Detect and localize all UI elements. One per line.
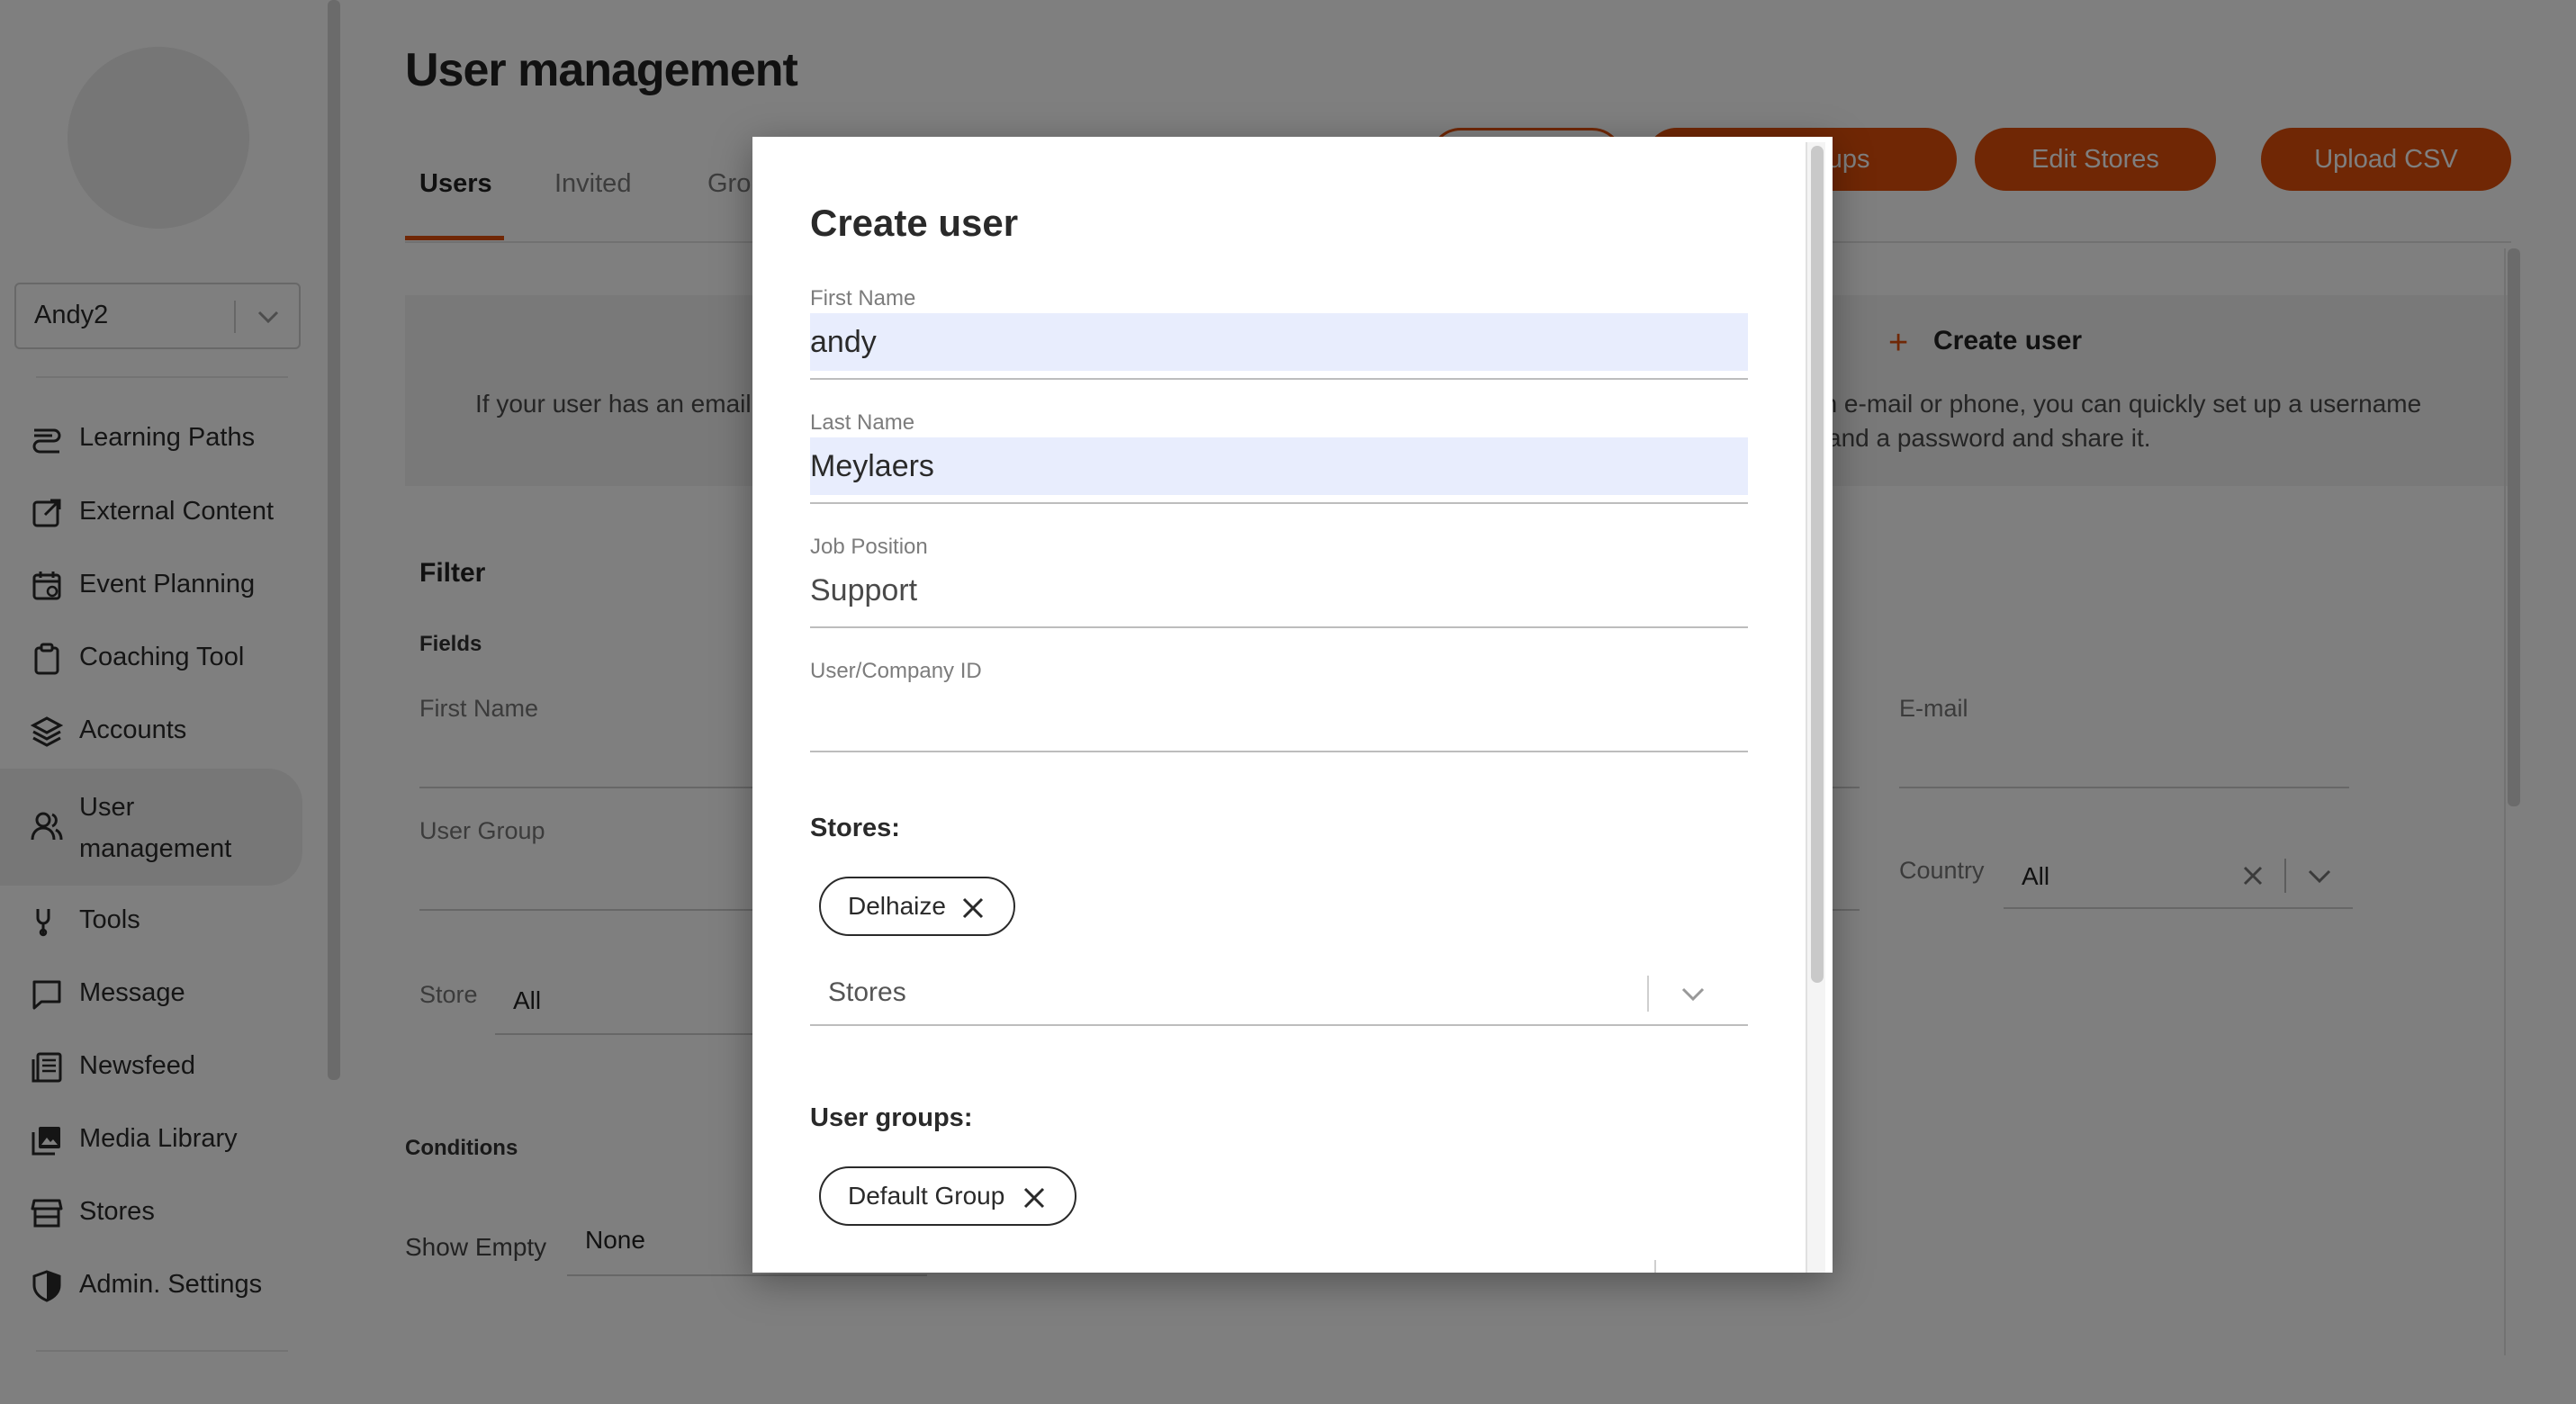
user-group-chip: Default Group: [819, 1166, 1076, 1226]
remove-chip-icon[interactable]: [1022, 1186, 1046, 1210]
job-position-underline: [810, 626, 1748, 628]
user-group-chip-label: Default Group: [848, 1182, 1005, 1210]
stores-select[interactable]: Stores: [810, 963, 1748, 1026]
create-user-modal: Create user First Name andy Last Name Me…: [752, 137, 1833, 1273]
store-chip: Delhaize: [819, 877, 1015, 936]
last-name-underline: [810, 502, 1748, 504]
stores-select-underline: [810, 1024, 1748, 1026]
company-id-input[interactable]: [810, 686, 1748, 743]
company-id-underline: [810, 751, 1748, 752]
first-name-underline: [810, 378, 1748, 380]
chevron-down-icon[interactable]: [1680, 983, 1707, 1006]
select-separator: [1647, 976, 1649, 1012]
last-name-input[interactable]: Meylaers: [810, 437, 1748, 495]
modal-scrollbar[interactable]: [1811, 146, 1824, 983]
select-separator: [1654, 1260, 1656, 1273]
modal-title: Create user: [810, 202, 1019, 244]
job-position-label: Job Position: [810, 535, 928, 559]
stores-heading: Stores:: [810, 814, 900, 842]
user-groups-heading: User groups:: [810, 1103, 973, 1132]
store-chip-label: Delhaize: [848, 892, 946, 920]
remove-chip-icon[interactable]: [961, 896, 985, 920]
company-id-label: User/Company ID: [810, 659, 982, 683]
stores-select-placeholder: Stores: [828, 977, 906, 1007]
first-name-label: First Name: [810, 286, 916, 310]
last-name-label: Last Name: [810, 410, 915, 435]
first-name-input[interactable]: andy: [810, 313, 1748, 371]
job-position-input[interactable]: Support: [810, 562, 1748, 619]
